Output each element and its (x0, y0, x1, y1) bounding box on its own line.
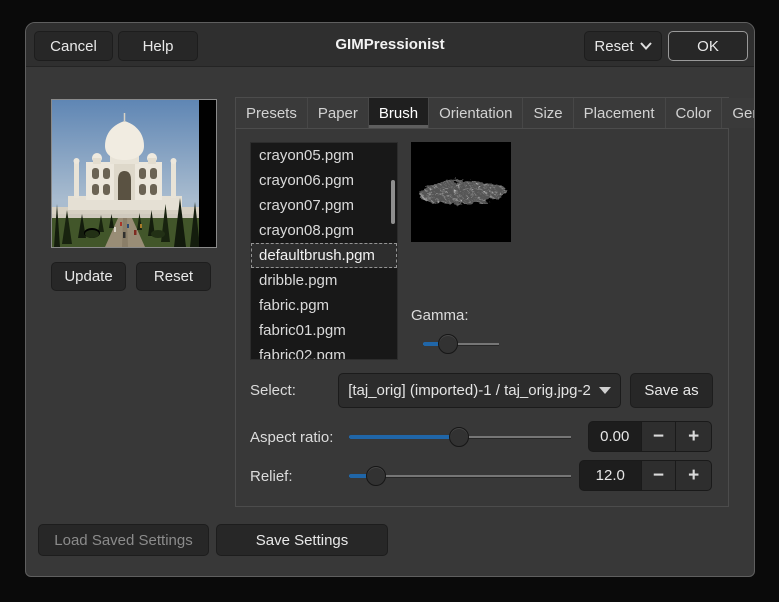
brush-stroke-preview (411, 142, 511, 242)
tab-general-label: General (732, 104, 754, 122)
minus-icon: − (652, 425, 664, 447)
image-preview (51, 99, 217, 248)
reset-dropdown-button[interactable]: Reset (584, 31, 662, 61)
aspect-ratio-slider-thumb[interactable] (449, 427, 469, 447)
brush-list[interactable]: crayon05.pgm crayon06.pgm crayon07.pgm c… (250, 142, 398, 360)
load-saved-settings-button[interactable]: Load Saved Settings (38, 524, 209, 556)
minus-icon: − (652, 464, 664, 486)
brush-list-item[interactable]: dribble.pgm (251, 268, 397, 293)
relief-slider[interactable] (349, 465, 571, 487)
aspect-ratio-decrement-button[interactable]: − (640, 422, 676, 451)
save-as-button-label: Save as (644, 382, 699, 399)
aspect-ratio-value[interactable]: 0.00 (589, 422, 641, 451)
update-button[interactable]: Update (51, 262, 126, 291)
help-button-label: Help (142, 37, 174, 55)
aspect-ratio-increment-button[interactable]: + (675, 422, 711, 451)
dropdown-arrow-icon (598, 387, 611, 394)
aspect-ratio-label: Aspect ratio: (250, 429, 334, 446)
taj-mahal-preview-image (52, 100, 200, 247)
tab-placement[interactable]: Placement (573, 98, 666, 128)
tab-presets[interactable]: Presets (236, 98, 308, 128)
plus-icon: + (688, 464, 700, 486)
header-bar: GIMPressionist Cancel Help Reset OK (26, 23, 754, 67)
brush-list-item[interactable]: crayon05.pgm (251, 143, 397, 168)
aspect-ratio-spinbox: 0.00 − + (588, 421, 712, 452)
cancel-button[interactable]: Cancel (34, 31, 113, 61)
preview-black-strip (199, 100, 216, 247)
list-scrollbar[interactable] (391, 180, 395, 224)
relief-value[interactable]: 12.0 (580, 461, 641, 490)
brush-list-item-selected[interactable]: defaultbrush.pgm (251, 243, 397, 268)
tab-placement-label: Placement (583, 104, 655, 122)
ok-button-label: OK (697, 37, 719, 55)
tab-bar: Presets Paper Brush Orientation Size Pla… (235, 97, 754, 128)
relief-slider-thumb[interactable] (366, 466, 386, 486)
plus-icon: + (688, 425, 700, 447)
brush-stroke-image (411, 142, 511, 242)
tab-orientation[interactable]: Orientation (429, 98, 524, 128)
brush-list-item[interactable]: crayon06.pgm (251, 168, 397, 193)
tab-orientation-label: Orientation (439, 104, 513, 122)
relief-increment-button[interactable]: + (675, 461, 711, 490)
brush-select-dropdown[interactable]: [taj_orig] (imported)-1 / taj_orig.jpg-2 (338, 373, 621, 408)
tab-color[interactable]: Color (665, 98, 723, 128)
save-settings-button[interactable]: Save Settings (216, 524, 388, 556)
chevron-down-icon (639, 42, 652, 50)
brush-list-item[interactable]: fabric.pgm (251, 293, 397, 318)
help-button[interactable]: Help (118, 31, 198, 61)
brush-list-item[interactable]: crayon08.pgm (251, 218, 397, 243)
brush-list-item[interactable]: crayon07.pgm (251, 193, 397, 218)
ok-button[interactable]: OK (668, 31, 748, 61)
update-button-label: Update (64, 268, 113, 285)
brush-select-value: [taj_orig] (imported)-1 / taj_orig.jpg-2 (348, 382, 591, 399)
gamma-slider-thumb[interactable] (438, 334, 458, 354)
aspect-ratio-slider-fill (349, 435, 459, 439)
preview-reset-button-label: Reset (153, 268, 194, 285)
preview-reset-button[interactable]: Reset (136, 262, 211, 291)
tab-size-label: Size (533, 104, 563, 122)
relief-decrement-button[interactable]: − (640, 461, 676, 490)
cancel-button-label: Cancel (50, 37, 97, 55)
tab-brush-label: Brush (378, 104, 419, 122)
tab-presets-label: Presets (246, 104, 297, 122)
aspect-ratio-slider[interactable] (349, 426, 571, 448)
relief-spinbox: 12.0 − + (579, 460, 712, 491)
tab-color-label: Color (675, 104, 712, 122)
gamma-slider[interactable] (423, 333, 499, 355)
load-saved-settings-label: Load Saved Settings (54, 531, 193, 549)
brush-list-item[interactable]: fabric01.pgm (251, 318, 397, 343)
gimpressionist-dialog: GIMPressionist Cancel Help Reset OK Upda… (25, 22, 755, 577)
reset-button-label: Reset (594, 37, 634, 55)
tab-paper-label: Paper (317, 104, 358, 122)
save-as-button[interactable]: Save as (630, 373, 713, 408)
select-label: Select: (250, 382, 296, 399)
save-settings-label: Save Settings (255, 531, 349, 549)
gamma-label: Gamma: (411, 307, 469, 324)
tab-size[interactable]: Size (523, 98, 574, 128)
tab-general[interactable]: General (722, 98, 754, 128)
relief-label: Relief: (250, 468, 293, 485)
tab-brush[interactable]: Brush (368, 98, 430, 128)
tab-paper[interactable]: Paper (307, 98, 369, 128)
brush-list-item[interactable]: fabric02.pgm (251, 343, 397, 359)
